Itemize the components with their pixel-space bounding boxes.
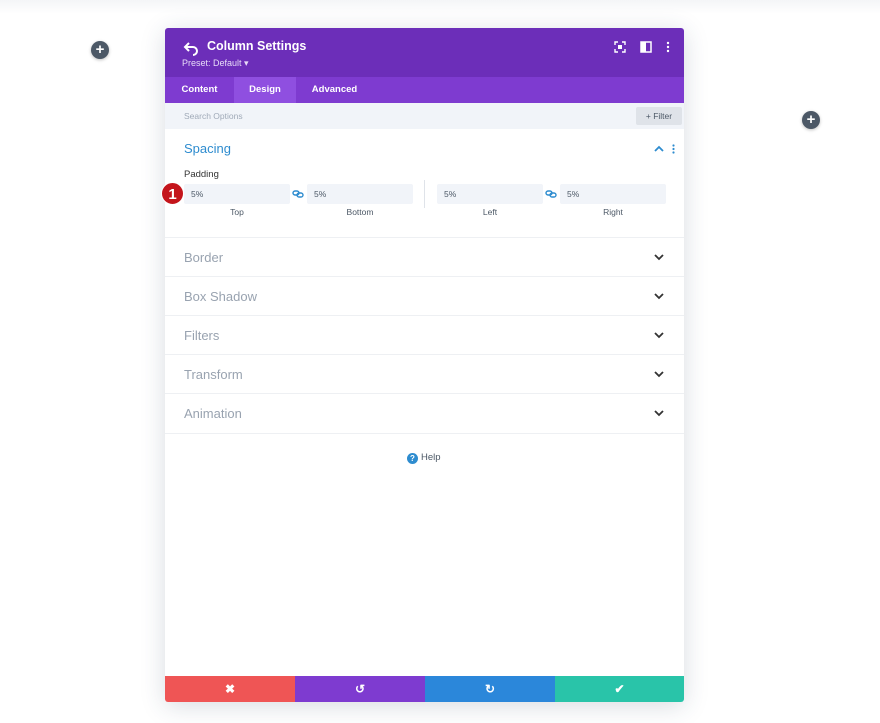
tab-content[interactable]: Content xyxy=(165,77,234,103)
undo-button[interactable]: ↺ xyxy=(295,676,425,702)
cancel-button[interactable]: ✖ xyxy=(165,676,295,702)
padding-bottom-label: Bottom xyxy=(320,207,400,217)
help-link[interactable]: ?Help xyxy=(407,452,441,464)
chevron-down-icon xyxy=(654,254,664,261)
section-title-spacing[interactable]: Spacing xyxy=(184,141,231,156)
modal-title: Column Settings xyxy=(207,39,306,53)
modal-footer: ✖ ↺ ↻ ✔ xyxy=(165,676,684,702)
section-title: Border xyxy=(184,250,223,265)
column-settings-modal: Column Settings Preset: Default ▾ Conten… xyxy=(165,28,684,702)
settings-tabs: Content Design Advanced xyxy=(165,77,684,103)
link-padding-icon[interactable] xyxy=(292,188,304,200)
section-title: Box Shadow xyxy=(184,289,257,304)
section-title: Animation xyxy=(184,406,242,421)
undo-icon: ↺ xyxy=(355,682,365,696)
help-label: Help xyxy=(421,452,441,463)
add-module-button[interactable]: + xyxy=(91,41,109,59)
padding-divider xyxy=(424,180,425,208)
plus-icon: + xyxy=(96,41,105,58)
chevron-down-icon xyxy=(654,332,664,339)
section-filters[interactable]: Filters xyxy=(165,315,684,355)
check-icon: ✔ xyxy=(614,682,624,696)
redo-icon: ↻ xyxy=(485,682,495,696)
modal-header: Column Settings Preset: Default ▾ xyxy=(165,28,684,77)
plus-icon: + xyxy=(807,111,816,128)
section-border[interactable]: Border xyxy=(165,237,684,277)
back-arrow-icon[interactable] xyxy=(183,40,199,56)
redo-button[interactable]: ↻ xyxy=(425,676,555,702)
add-module-button[interactable]: + xyxy=(802,111,820,129)
preset-selector[interactable]: Preset: Default ▾ xyxy=(182,58,249,69)
tab-advanced[interactable]: Advanced xyxy=(296,77,373,103)
search-input[interactable]: Search Options xyxy=(184,111,243,121)
section-title: Filters xyxy=(184,328,219,343)
chevron-down-icon xyxy=(654,410,664,417)
padding-bottom-input[interactable]: 5% xyxy=(307,184,413,204)
focus-icon[interactable] xyxy=(614,41,626,53)
tab-design[interactable]: Design xyxy=(234,77,296,103)
more-options-icon[interactable] xyxy=(662,41,674,53)
section-title: Transform xyxy=(184,367,243,382)
section-transform[interactable]: Transform xyxy=(165,354,684,394)
section-animation[interactable]: Animation xyxy=(165,393,684,434)
padding-label: Padding xyxy=(184,169,219,180)
split-view-icon[interactable] xyxy=(640,41,652,53)
help-icon: ? xyxy=(407,453,418,464)
padding-top-label: Top xyxy=(197,207,277,217)
chevron-up-icon[interactable] xyxy=(654,145,664,152)
padding-top-input[interactable]: 5% xyxy=(184,184,290,204)
chevron-down-icon xyxy=(654,293,664,300)
chevron-down-icon xyxy=(654,371,664,378)
close-icon: ✖ xyxy=(225,682,235,696)
padding-right-label: Right xyxy=(573,207,653,217)
canvas-top-shade xyxy=(0,0,880,14)
section-options-icon[interactable] xyxy=(672,144,675,154)
padding-left-input[interactable]: 5% xyxy=(437,184,543,204)
step-number-badge: 1 xyxy=(161,182,184,205)
filter-button[interactable]: + Filter xyxy=(636,107,682,125)
link-padding-icon[interactable] xyxy=(545,188,557,200)
padding-left-label: Left xyxy=(450,207,530,217)
section-box-shadow[interactable]: Box Shadow xyxy=(165,276,684,316)
save-button[interactable]: ✔ xyxy=(555,676,684,702)
search-bar: Search Options + Filter xyxy=(165,103,684,129)
padding-right-input[interactable]: 5% xyxy=(560,184,666,204)
